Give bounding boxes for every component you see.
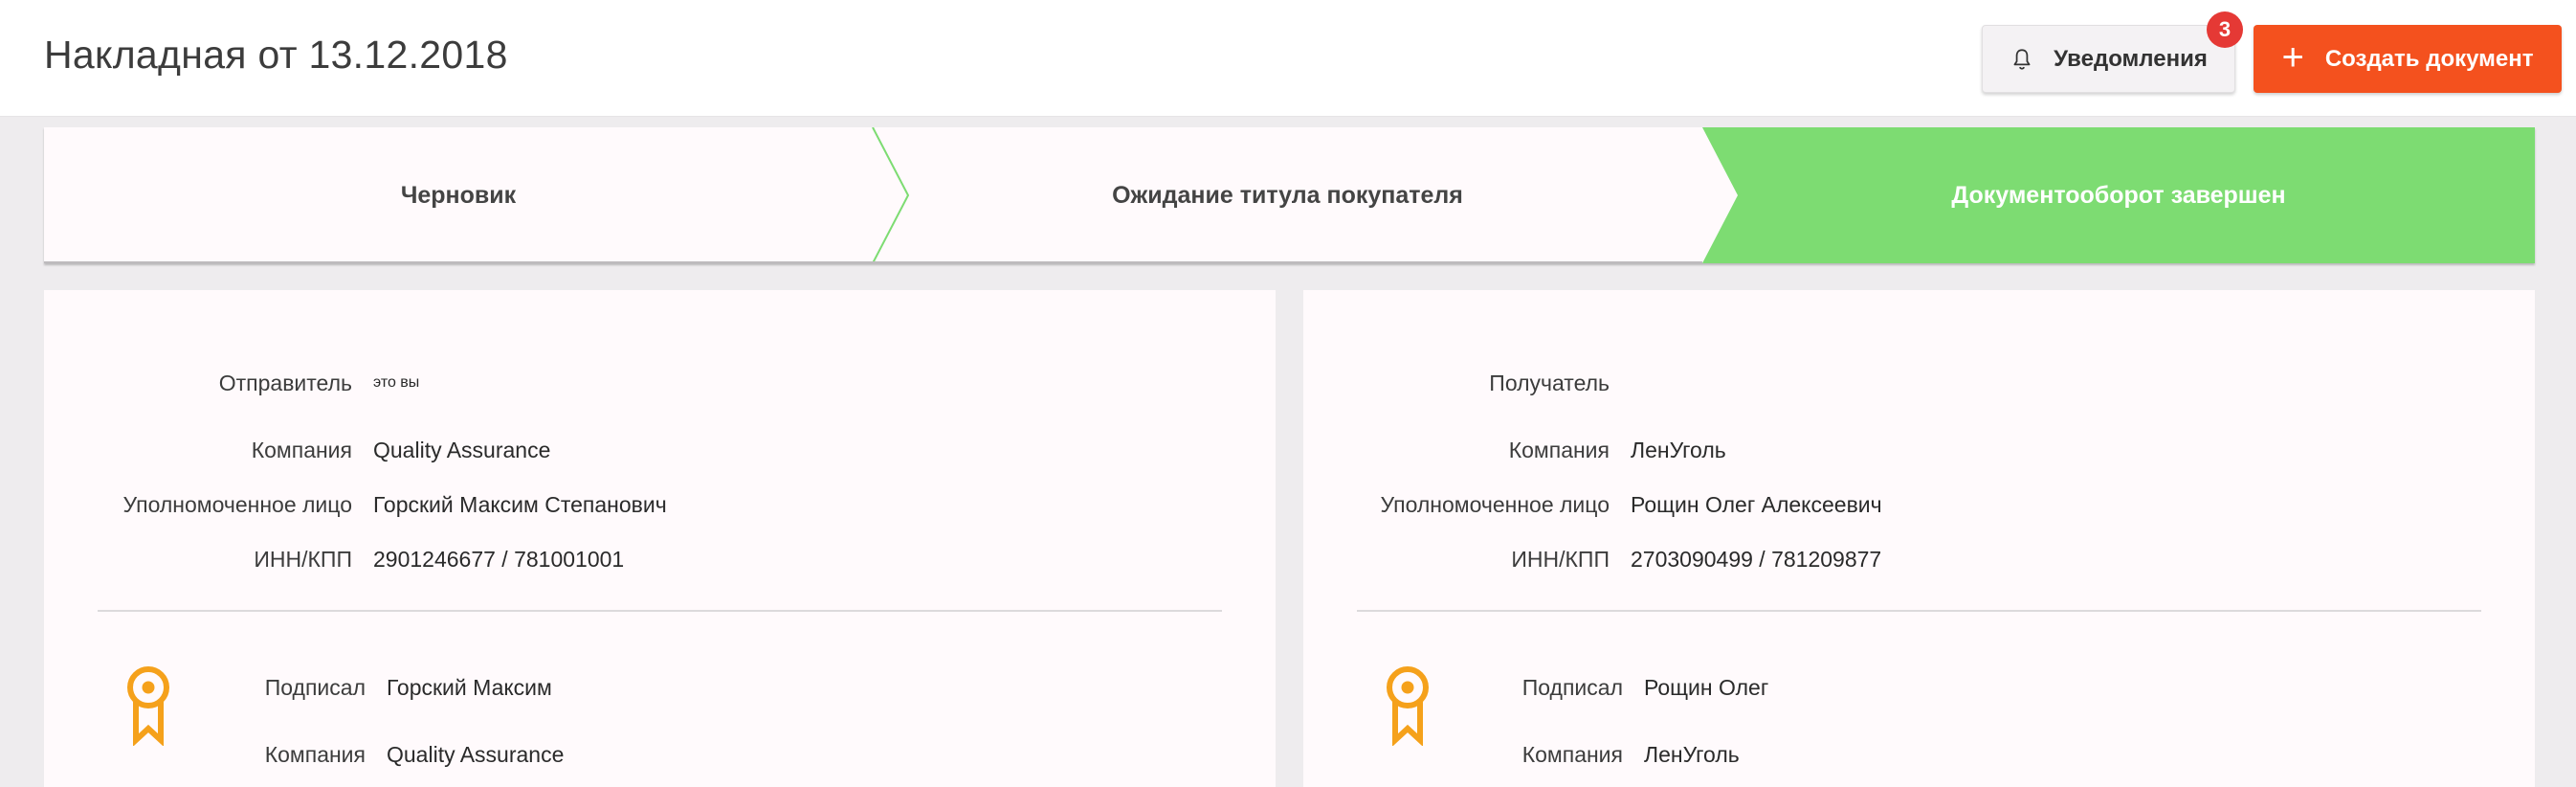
- sender-company-value: Quality Assurance: [373, 437, 551, 462]
- scrollbar-track[interactable]: [2559, 117, 2576, 787]
- sender-person-value: Горский Максим Степанович: [373, 491, 667, 517]
- receiver-signed-company-label: Компания: [1521, 741, 1623, 767]
- step-awaiting-buyer: Ожидание титула покупателя: [1112, 181, 1463, 209]
- receiver-role-row: Получатель: [1303, 364, 1631, 402]
- sender-signed-company-value: Quality Assurance: [387, 741, 565, 767]
- receiver-card: Получатель Компания ЛенУголь Уполномочен…: [1303, 290, 2535, 787]
- notifications-count-badge: 3: [2207, 11, 2243, 48]
- sender-role-label: Отправитель: [218, 370, 352, 395]
- receiver-person-label: Уполномоченное лицо: [1380, 491, 1610, 517]
- receiver-inn-row: ИНН/КПП 2703090499 / 781209877: [1303, 540, 1881, 578]
- receiver-person-value: Рощин Олег Алексеевич: [1631, 491, 1882, 517]
- status-stepper: Черновик Ожидание титула покупателя Доку…: [44, 127, 2535, 263]
- receiver-signed-company-value: ЛенУголь: [1644, 741, 1740, 767]
- receiver-person-row: Уполномоченное лицо Рощин Олег Алексееви…: [1303, 485, 1882, 524]
- receiver-role-label: Получатель: [1489, 370, 1610, 395]
- receiver-signed-company-row: Компания ЛенУголь: [1303, 735, 1740, 774]
- receiver-company-value: ЛенУголь: [1631, 437, 1726, 462]
- bell-icon: [2013, 48, 2031, 70]
- sender-signed-label: Подписал: [264, 674, 366, 700]
- create-document-button[interactable]: + Создать документ: [2254, 25, 2562, 93]
- receiver-signed-label: Подписал: [1521, 674, 1623, 700]
- sender-company-label: Компания: [251, 437, 352, 462]
- sender-role-value: это вы: [373, 374, 420, 391]
- sender-role-row: Отправитель это вы: [44, 364, 420, 402]
- sender-signed-value: Горский Максим: [387, 674, 552, 700]
- receiver-divider: [1357, 610, 2481, 612]
- sender-person-label: Уполномоченное лицо: [122, 491, 352, 517]
- receiver-signed-value: Рощин Олег: [1644, 674, 1769, 700]
- notifications-button[interactable]: Уведомления: [1982, 25, 2235, 93]
- receiver-company-row: Компания ЛенУголь: [1303, 431, 1726, 469]
- sender-divider: [98, 610, 1222, 612]
- sender-inn-row: ИНН/КПП 2901246677 / 781001001: [44, 540, 624, 578]
- top-header: Накладная от 13.12.2018 Уведомления 3 + …: [0, 0, 2576, 117]
- receiver-inn-value: 2703090499 / 781209877: [1631, 546, 1882, 572]
- plus-icon: +: [2281, 35, 2304, 79]
- receiver-signed-row: Подписал Рощин Олег: [1303, 668, 1768, 707]
- sender-inn-label: ИНН/КПП: [254, 546, 352, 572]
- step-draft: Черновик: [400, 181, 517, 209]
- sender-signed-company-label: Компания: [264, 741, 366, 767]
- sender-person-row: Уполномоченное лицо Горский Максим Степа…: [44, 485, 667, 524]
- sender-card: Отправитель это вы Компания Quality Assu…: [44, 290, 1276, 787]
- notifications-label: Уведомления: [2054, 45, 2208, 72]
- receiver-company-label: Компания: [1508, 437, 1610, 462]
- sender-company-row: Компания Quality Assurance: [44, 431, 551, 469]
- create-document-label: Создать документ: [2324, 45, 2534, 72]
- page-title: Накладная от 13.12.2018: [44, 33, 508, 77]
- sender-signed-company-row: Компания Quality Assurance: [44, 735, 565, 774]
- receiver-inn-label: ИНН/КПП: [1511, 546, 1610, 572]
- step-completed: Документооборот завершен: [1951, 181, 2286, 209]
- sender-inn-value: 2901246677 / 781001001: [373, 546, 625, 572]
- sender-signed-row: Подписал Горский Максим: [44, 668, 552, 707]
